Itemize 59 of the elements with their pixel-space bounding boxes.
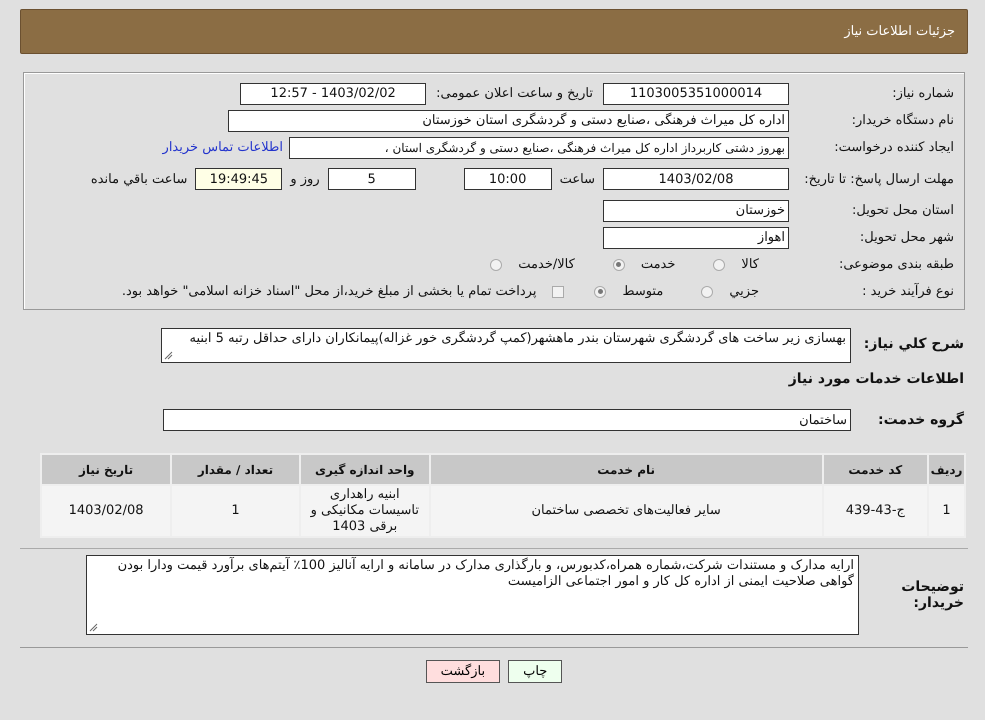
province-field: خوزستان — [603, 200, 789, 222]
remaining-time-field: 19:49:45 — [195, 168, 282, 190]
column-header: تعداد / مقدار — [171, 454, 300, 485]
column-header: تاریخ نیاز — [41, 454, 172, 485]
radio-button[interactable] — [701, 286, 714, 298]
deadline-time-field: 10:00 — [464, 168, 552, 190]
checkbox-label: پرداخت تمام یا بخشی از مبلغ خرید،از محل "اسناد خزانه اسلامی" خواهد بود. — [122, 284, 536, 299]
resize-grip-icon — [89, 623, 98, 632]
print-button[interactable]: چاپ — [508, 660, 562, 683]
days-label: روز و — [290, 172, 320, 186]
description-label: شرح کلي نیاز: — [862, 335, 965, 352]
requester-field: بهروز دشتی کاربرداز اداره کل میراث فرهنگی ،صنایع دستی و گردشگری استان ، — [289, 136, 789, 158]
time-label: ساعت — [560, 172, 595, 186]
radio-label: خدمت — [640, 257, 676, 272]
radio-label: کالا — [741, 257, 759, 272]
field-label: تاریخ و ساعت اعلان عمومی: — [436, 86, 593, 101]
radio-label: متوسط — [622, 284, 664, 299]
checkbox[interactable] — [552, 286, 564, 298]
radio-button[interactable] — [713, 258, 726, 270]
back-button[interactable]: بازگشت — [426, 660, 500, 683]
radio-label: جزيي — [729, 284, 759, 299]
radio-button[interactable] — [612, 258, 625, 270]
radio-button[interactable] — [490, 258, 502, 270]
service-group-label: گروه خدمت: — [877, 412, 965, 428]
description-box: بهسازی زیر ساخت های گردشگری شهرستان بندر ماهشهر(کمپ گردشگری خور غزاله)پیمانکاران دارای حداقل رتبه 5 ابنیه — [161, 328, 851, 363]
buyer-contact-link[interactable]: اطلاعات تماس خریدار — [162, 140, 283, 155]
days-field: 5 — [328, 168, 416, 190]
table-cell: 1403/02/08 — [41, 485, 172, 537]
field-label: ایجاد کننده درخواست: — [833, 140, 955, 155]
table-cell: 1 — [171, 485, 300, 537]
field-label: شهر محل تحویل: — [858, 230, 955, 245]
table-cell: سایر فعالیت‌های تخصصی ساختمان — [430, 485, 823, 537]
section-title: اطلاعات خدمات مورد نیاز — [787, 371, 965, 387]
column-header: واحد اندازه گیری — [300, 454, 430, 485]
table-cell: ج-43-439 — [822, 485, 928, 537]
buyer-notes-label: توضیحات خریدار: — [900, 579, 965, 611]
service-group-field: ساختمان — [163, 409, 851, 431]
need-number-field: 1103005351000014 — [603, 82, 789, 104]
radio-label: کالا/خدمت — [518, 257, 575, 272]
radio-button[interactable] — [594, 286, 606, 298]
page-title: جزئیات اطلاعات نیاز — [844, 24, 955, 39]
table-cell: 1 — [928, 485, 965, 537]
field-label: استان محل تحویل: — [851, 203, 955, 218]
table-cell: ابنیه راهداری تاسیسات مکانیکی و برقی 1403 — [300, 485, 430, 537]
field-label: طبقه بندی موضوعی: — [838, 257, 955, 272]
city-field: اهواز — [603, 226, 789, 248]
buyer-org-field: اداره کل میراث فرهنگی ،صنایع دستی و گردشگری استان خوزستان — [228, 110, 789, 132]
announce-date-field: 1403/02/02 - 12:57 — [240, 82, 426, 104]
field-label: نوع فرآیند خرید : — [861, 284, 955, 299]
field-label: نام دستگاه خریدار: — [850, 113, 955, 128]
buyer-notes-box: ارایه مدارک و مستندات شرکت،شماره همراه،کدبورس، و بارگذاری مدارک در سامانه و ارایه آنالیز 100٪ آیتم‌های برآورد قیمت ودارا بودن گواهی صلاحیت ایمنی از اداره کل کار و امور اجتماعی الزامیست — [86, 555, 859, 635]
deadline-date-field: 1403/02/08 — [603, 168, 789, 190]
column-header: ردیف — [928, 454, 965, 485]
remaining-label: ساعت باقي مانده — [90, 172, 188, 186]
field-label: شماره نیاز: — [891, 86, 955, 101]
resize-grip-icon — [164, 351, 173, 360]
column-header: نام خدمت — [430, 454, 823, 485]
field-label: مهلت ارسال پاسخ: تا تاریخ: — [803, 172, 955, 186]
column-header: کد خدمت — [822, 454, 928, 485]
